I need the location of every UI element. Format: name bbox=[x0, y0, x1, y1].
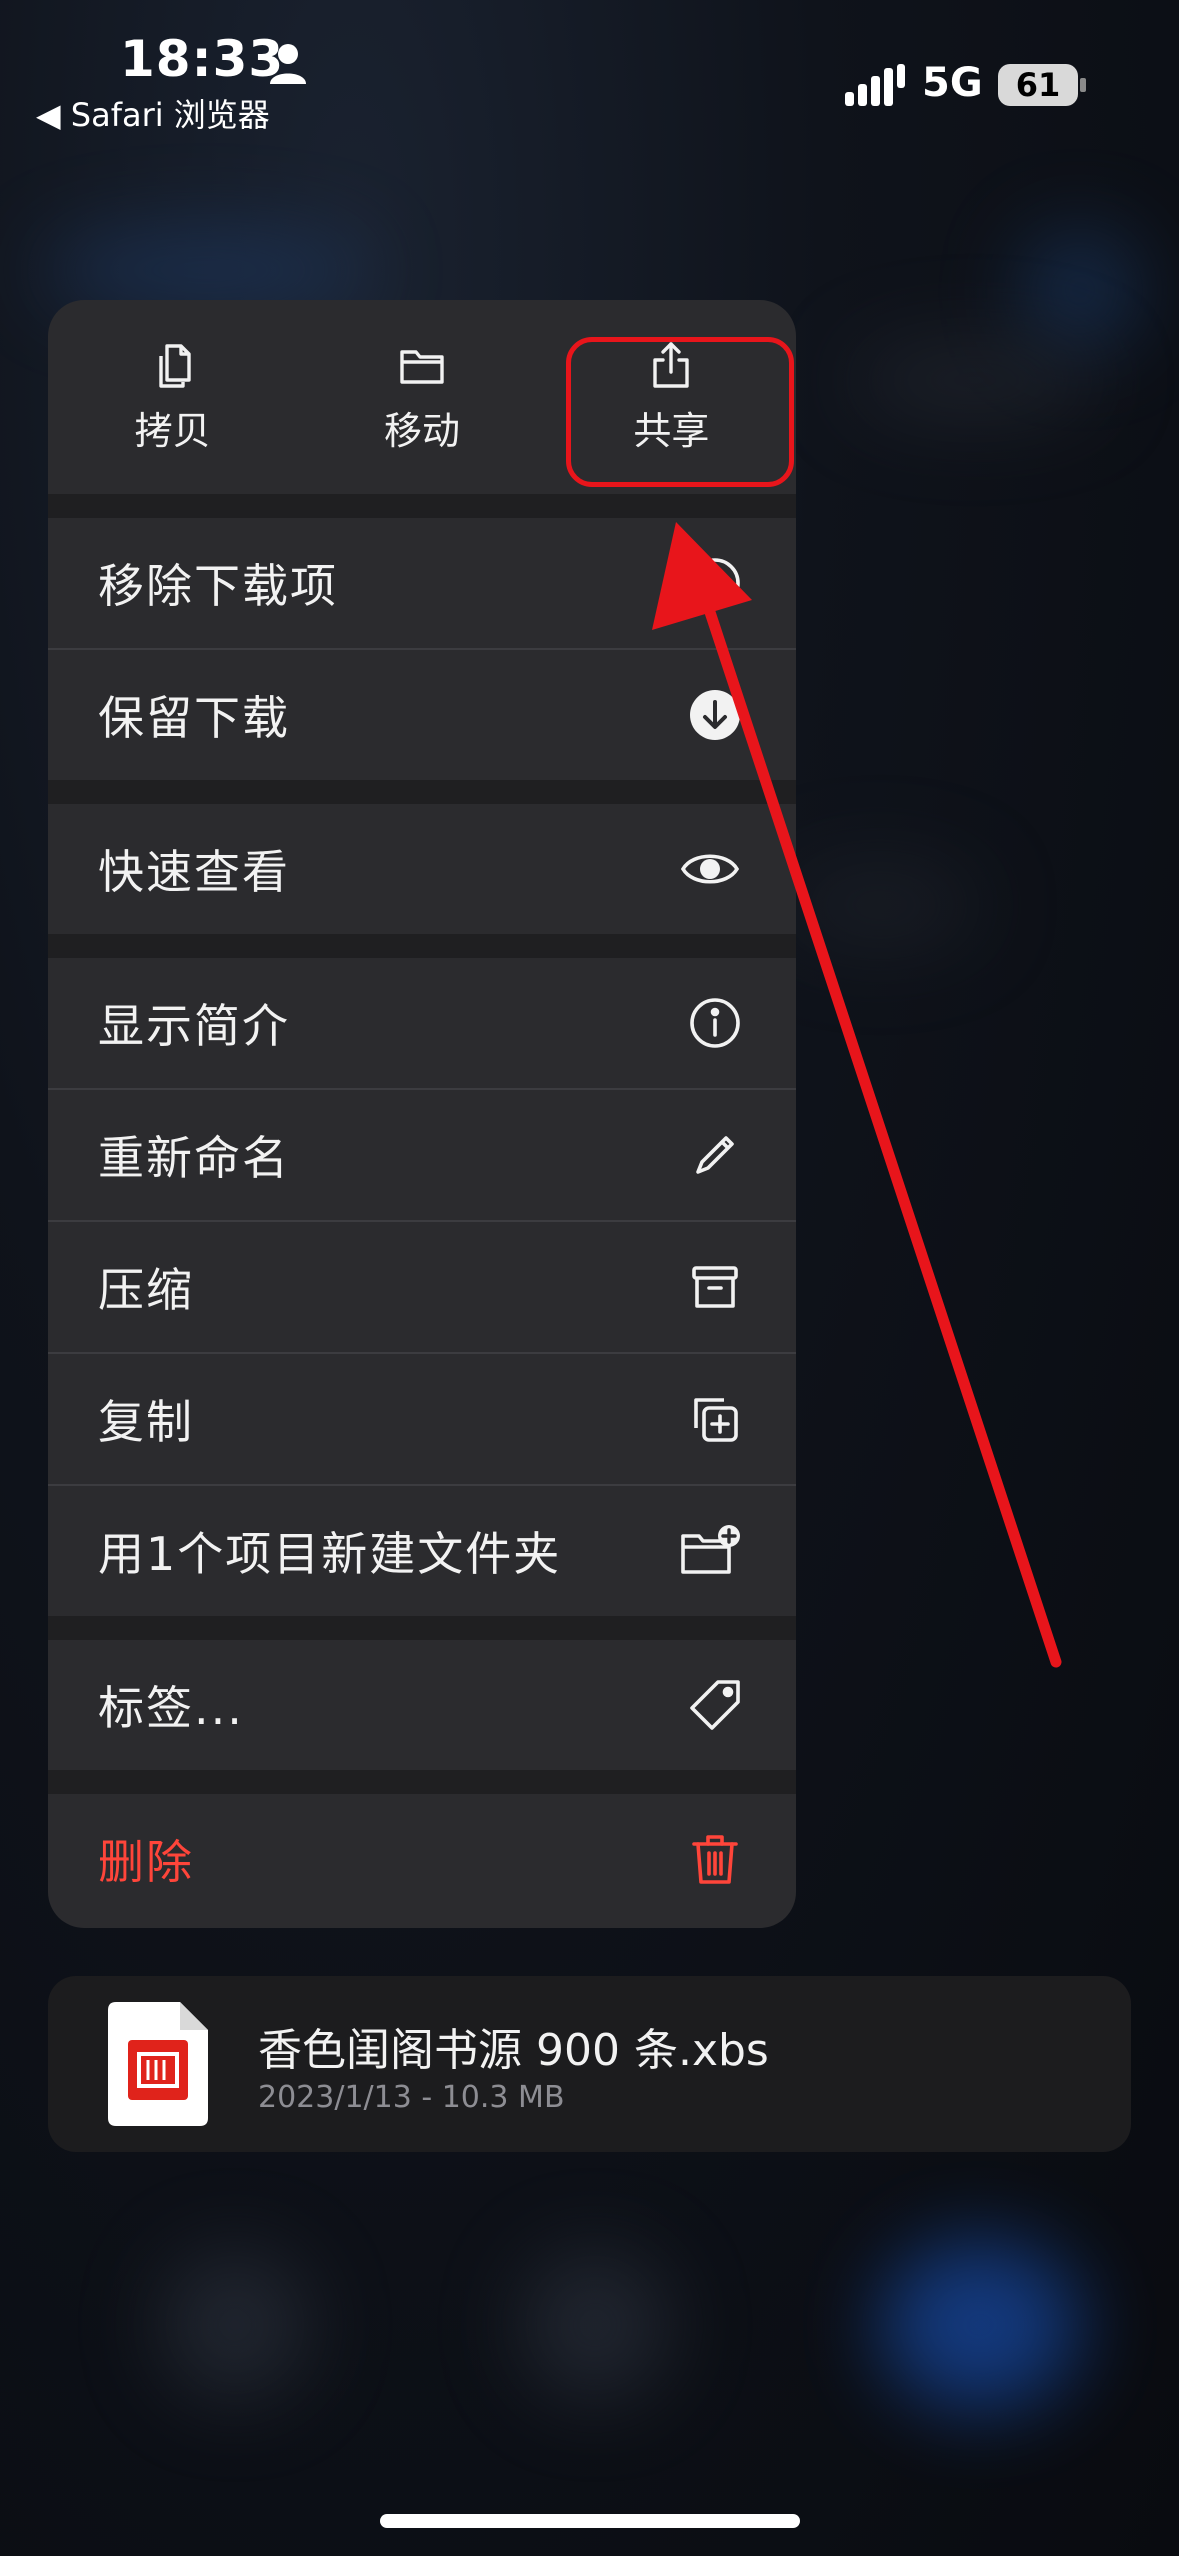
home-indicator[interactable] bbox=[380, 2514, 800, 2528]
file-meta: 2023/1/13 - 10.3 MB bbox=[258, 2080, 565, 2115]
document-icon bbox=[108, 2002, 208, 2126]
file-card[interactable]: 香色闺阁书源 900 条.xbs 2023/1/13 - 10.3 MB bbox=[48, 1976, 1131, 2152]
file-name: 香色闺阁书源 900 条.xbs bbox=[258, 2025, 769, 2076]
annotation-arrow-icon bbox=[652, 522, 1062, 1668]
